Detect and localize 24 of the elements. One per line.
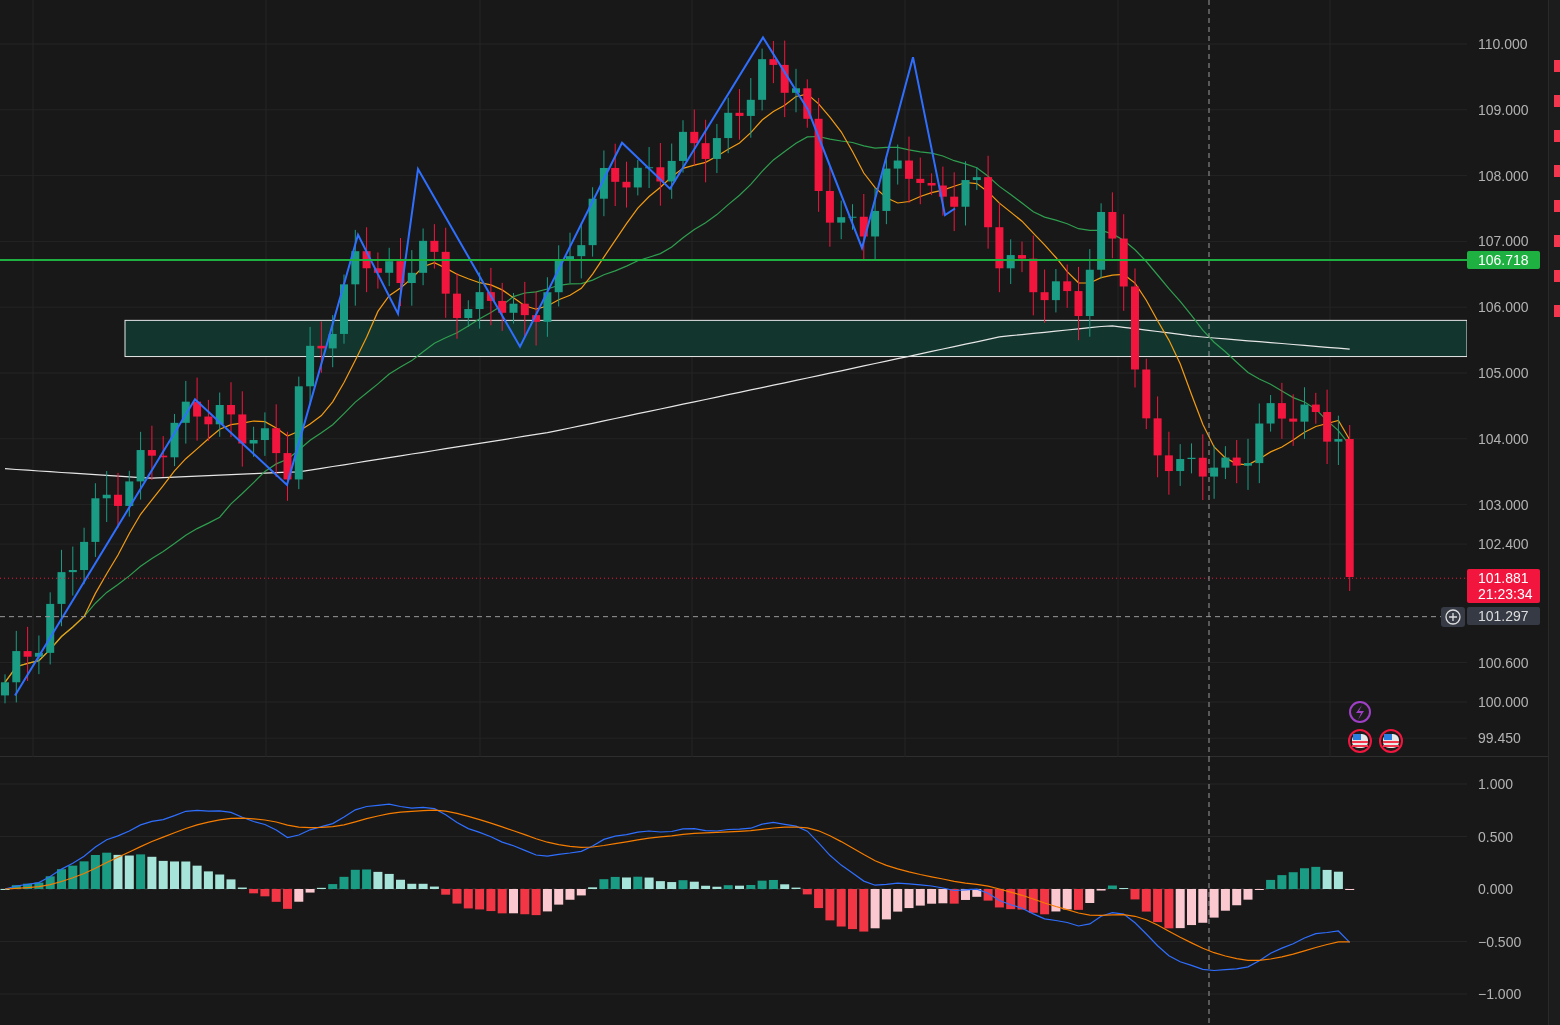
price-axis-label: 109.000: [1478, 101, 1529, 118]
add-icon[interactable]: [1441, 606, 1465, 627]
macd-axis-label: 0.000: [1478, 881, 1514, 897]
price-axis-label: 102.400: [1478, 536, 1529, 553]
price-axis-label: 105.000: [1478, 365, 1529, 381]
price-axis-label: 107.000: [1478, 233, 1529, 250]
price-axis-label: 100.600: [1478, 654, 1529, 671]
crosshair-price-label: 101.297: [1467, 606, 1540, 625]
price-axis-label: 108.000: [1478, 167, 1529, 184]
price-axis-label: 104.000: [1478, 430, 1529, 447]
price-axis-label: 100.000: [1478, 694, 1529, 710]
macd-axis-label: −1.000: [1478, 986, 1522, 1002]
price-axis-label: 106.000: [1478, 299, 1529, 316]
macd-axis-label: 0.500: [1478, 828, 1514, 845]
macd-axis-label: 1.000: [1478, 776, 1514, 792]
price-axis-label: 99.450: [1478, 730, 1521, 747]
flag-event-icon[interactable]: [1348, 729, 1372, 753]
lightning-event-icon[interactable]: [1349, 701, 1371, 723]
flag-event-icon[interactable]: [1379, 729, 1403, 753]
price-level-label: 106.718: [1467, 250, 1540, 269]
price-axis-label: 110.000: [1478, 36, 1528, 52]
macd-axis-label: −0.500: [1478, 933, 1522, 950]
last-price-label: 101.881 21:23:34: [1467, 569, 1540, 604]
price-axis-label: 103.000: [1478, 496, 1529, 513]
